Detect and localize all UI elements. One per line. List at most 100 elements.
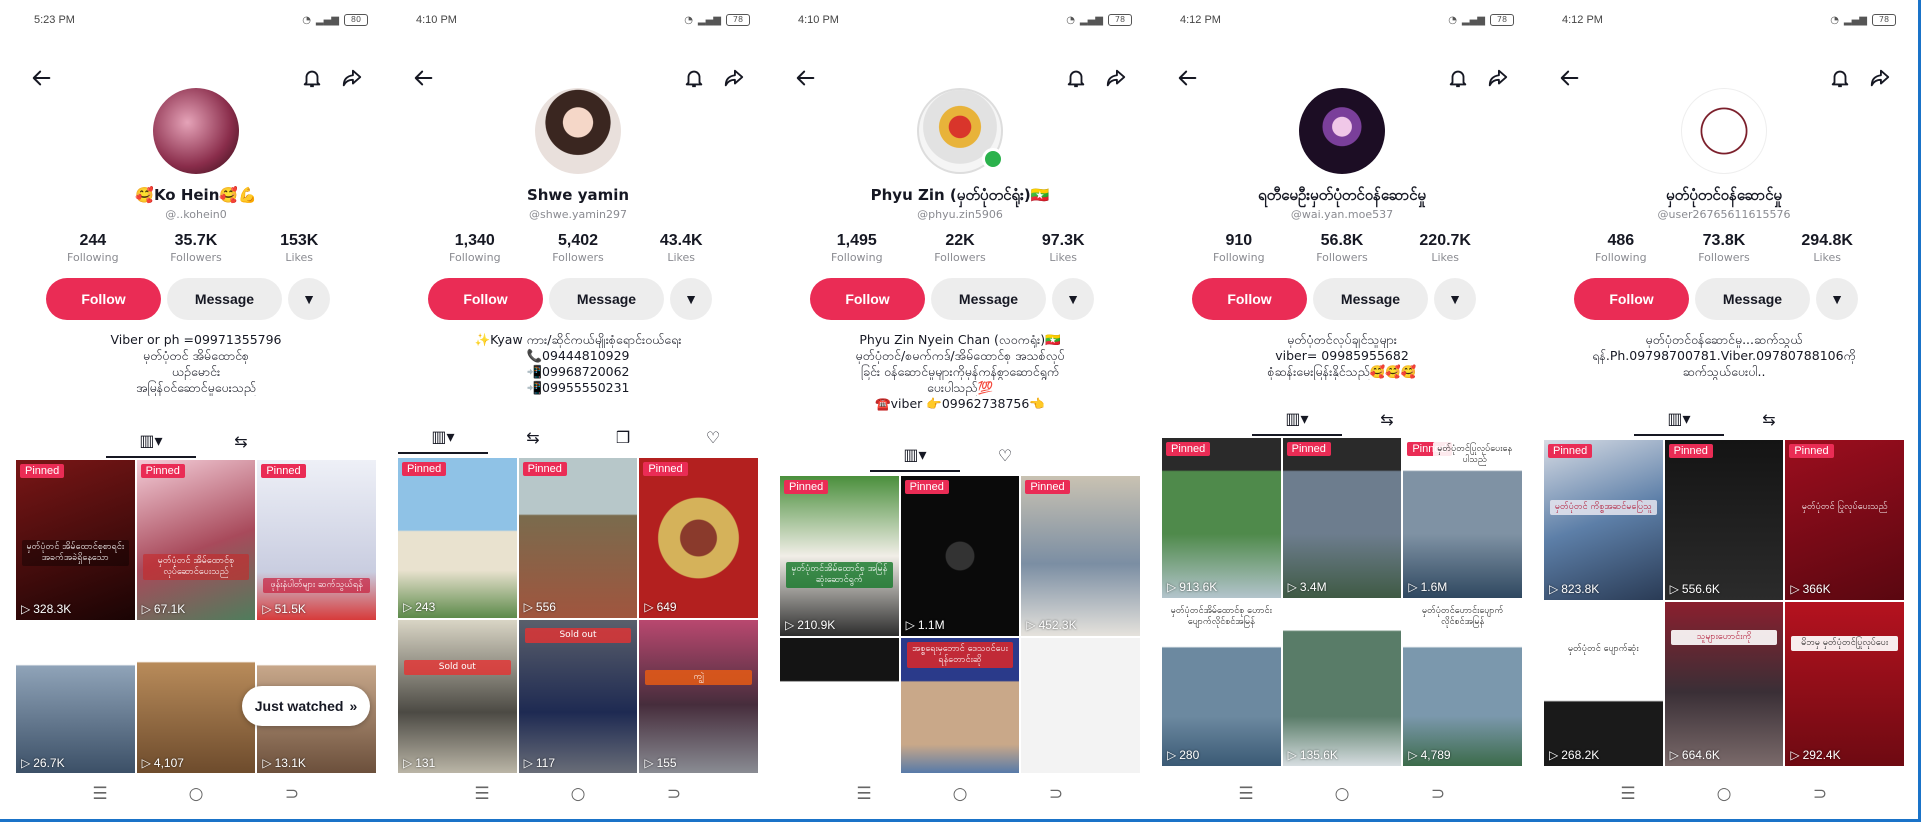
more-options-button[interactable]: ▼ [670, 278, 712, 320]
video-thumbnail[interactable]: Sold out ▷ 131 [398, 620, 517, 774]
follow-button[interactable]: Follow [810, 278, 925, 320]
video-thumbnail[interactable]: Pinned မှတ်ပုံတင် ပြုလုပ်ပေးသည် ▷ 366K [1785, 440, 1904, 600]
tab-reposts[interactable]: ⇆ [196, 424, 286, 458]
video-thumbnail[interactable] [780, 638, 899, 780]
video-thumbnail[interactable]: ▷ 4,107 [136, 622, 256, 774]
video-thumbnail[interactable]: Pinned ▷ 649 [639, 458, 758, 618]
video-thumbnail[interactable]: အစ္စရေးမှဘောင် ဒေသဝင်ပေးရန်တောင်းဆို [900, 638, 1020, 780]
video-thumbnail[interactable]: Sold out ▷ 117 [518, 620, 638, 774]
follow-button[interactable]: Follow [1192, 278, 1307, 320]
stat-following[interactable]: 244 Following [42, 232, 144, 264]
video-thumbnail[interactable]: Pinned မှတ်ပုံတင်ပြုလုပ်ပေးနေပါသည် ▷ 1.6M [1403, 438, 1522, 598]
bell-icon[interactable] [298, 64, 326, 92]
message-button[interactable]: Message [549, 278, 664, 320]
message-button[interactable]: Message [1313, 278, 1428, 320]
video-thumbnail[interactable]: Pinned ▷ 1.1M [900, 476, 1020, 636]
stat-followers[interactable]: 22K Followers [909, 232, 1011, 264]
video-thumbnail[interactable]: ▷ 135.6K [1282, 600, 1402, 766]
more-options-button[interactable]: ▼ [1816, 278, 1858, 320]
tab-videos[interactable]: ▥▾ [870, 438, 960, 472]
tab-reposts[interactable]: ⇆ [488, 420, 578, 454]
recent-apps-icon[interactable]: ☰ [88, 784, 112, 804]
avatar[interactable] [153, 88, 239, 174]
follow-button[interactable]: Follow [428, 278, 543, 320]
video-thumbnail[interactable]: သူများဟောင်းကို ▷ 664.6K [1664, 602, 1784, 766]
video-thumbnail[interactable]: Pinned မှတ်ပုံတင် ကိစ္စအဆင်မပြေသူ ▷ 823.8… [1544, 440, 1663, 600]
more-options-button[interactable]: ▼ [288, 278, 330, 320]
tab-reposts[interactable]: ⇆ [1724, 402, 1814, 436]
share-icon[interactable] [1484, 64, 1512, 92]
stat-following[interactable]: 910 Following [1188, 232, 1290, 264]
stat-followers[interactable]: 56.8K Followers [1291, 232, 1393, 264]
tab-liked[interactable]: ♡ [668, 420, 758, 454]
video-thumbnail[interactable]: Pinned မှတ်ပုံတင်အိမ်ထောင်စု အမြန်ဆုံးဆေ… [780, 476, 899, 636]
avatar[interactable] [535, 88, 621, 174]
stat-followers[interactable]: 73.8K Followers [1673, 232, 1775, 264]
share-icon[interactable] [1866, 64, 1894, 92]
video-thumbnail[interactable]: မိဘမှ မှတ်ပုံတင်ပြုလုပ်ပေး ▷ 292.4K [1785, 602, 1904, 766]
arrow-left-icon[interactable] [1556, 64, 1584, 92]
home-icon[interactable]: ○ [566, 784, 590, 804]
back-nav-icon[interactable]: ⊃ [1808, 784, 1832, 804]
stat-following[interactable]: 1,340 Following [424, 232, 526, 264]
message-button[interactable]: Message [167, 278, 282, 320]
video-thumbnail[interactable]: ▷ 26.7K [16, 622, 135, 774]
bell-icon[interactable] [680, 64, 708, 92]
home-icon[interactable]: ○ [948, 784, 972, 804]
video-thumbnail[interactable]: Pinned ▷ 913.6K [1162, 438, 1281, 598]
arrow-left-icon[interactable] [28, 64, 56, 92]
bell-icon[interactable] [1444, 64, 1472, 92]
back-nav-icon[interactable]: ⊃ [280, 784, 304, 804]
stat-followers[interactable]: 5,402 Followers [527, 232, 629, 264]
home-icon[interactable]: ○ [1712, 784, 1736, 804]
just-watched-button[interactable]: Just watched » [242, 686, 370, 726]
video-thumbnail[interactable]: မှတ်ပုံတင်ဟောင်းပျောက် လိုင်စင်အမြန် ▷ 4,… [1403, 600, 1522, 766]
share-icon[interactable] [720, 64, 748, 92]
arrow-left-icon[interactable] [410, 64, 438, 92]
tab-reposts[interactable]: ⇆ [1342, 402, 1432, 436]
home-icon[interactable]: ○ [1330, 784, 1354, 804]
video-thumbnail[interactable]: Pinned ▷ 556.6K [1664, 440, 1784, 600]
more-options-button[interactable]: ▼ [1052, 278, 1094, 320]
video-thumbnail[interactable]: မှတ်ပုံတင်အိမ်ထောင်စု ဟောင်းပျောက်လိုင်စ… [1162, 600, 1281, 766]
arrow-left-icon[interactable] [1174, 64, 1202, 92]
message-button[interactable]: Message [1695, 278, 1810, 320]
tab-liked[interactable]: ♡ [960, 438, 1050, 472]
stat-following[interactable]: 486 Following [1570, 232, 1672, 264]
video-thumbnail[interactable]: Pinned ▷ 556 [518, 458, 638, 618]
recent-apps-icon[interactable]: ☰ [470, 784, 494, 804]
tab-videos[interactable]: ▥▾ [106, 424, 196, 458]
stat-following[interactable]: 1,495 Following [806, 232, 908, 264]
video-thumbnail[interactable]: ကျွဲ ▷ 155 [639, 620, 758, 774]
message-button[interactable]: Message [931, 278, 1046, 320]
stat-followers[interactable]: 35.7K Followers [145, 232, 247, 264]
home-icon[interactable]: ○ [184, 784, 208, 804]
tab-videos[interactable]: ▥▾ [398, 420, 488, 454]
follow-button[interactable]: Follow [1574, 278, 1689, 320]
video-thumbnail[interactable]: Pinned မှတ်ပုံတင် အိမ်ထောင်စု လုပ်ဆောင်ပ… [136, 460, 256, 620]
video-thumbnail[interactable]: Pinned ဖုန်းနံပါတ်များ ဆက်သွယ်ရန် ▷ 51.5K [257, 460, 376, 620]
tab-videos[interactable]: ▥▾ [1252, 402, 1342, 436]
recent-apps-icon[interactable]: ☰ [1234, 784, 1258, 804]
bell-icon[interactable] [1062, 64, 1090, 92]
back-nav-icon[interactable]: ⊃ [662, 784, 686, 804]
tab-favorites[interactable]: ❒ [578, 420, 668, 454]
avatar[interactable] [1299, 88, 1385, 174]
bell-icon[interactable] [1826, 64, 1854, 92]
share-icon[interactable] [338, 64, 366, 92]
video-thumbnail[interactable]: Pinned ▷ 452.3K [1021, 476, 1140, 636]
video-thumbnail[interactable]: Pinned မှတ်ပုံတင် အိမ်ထောင်စုစာရင်း အခက်… [16, 460, 135, 620]
video-thumbnail[interactable]: Pinned ▷ 243 [398, 458, 517, 618]
follow-button[interactable]: Follow [46, 278, 161, 320]
avatar[interactable] [1681, 88, 1767, 174]
recent-apps-icon[interactable]: ☰ [1616, 784, 1640, 804]
more-options-button[interactable]: ▼ [1434, 278, 1476, 320]
video-thumbnail[interactable]: Pinned ▷ 3.4M [1282, 438, 1402, 598]
back-nav-icon[interactable]: ⊃ [1044, 784, 1068, 804]
arrow-left-icon[interactable] [792, 64, 820, 92]
recent-apps-icon[interactable]: ☰ [852, 784, 876, 804]
back-nav-icon[interactable]: ⊃ [1426, 784, 1450, 804]
share-icon[interactable] [1102, 64, 1130, 92]
video-thumbnail[interactable]: မှတ်ပုံတင် ပျောက်ဆုံး ▷ 268.2K [1544, 602, 1663, 766]
tab-videos[interactable]: ▥▾ [1634, 402, 1724, 436]
